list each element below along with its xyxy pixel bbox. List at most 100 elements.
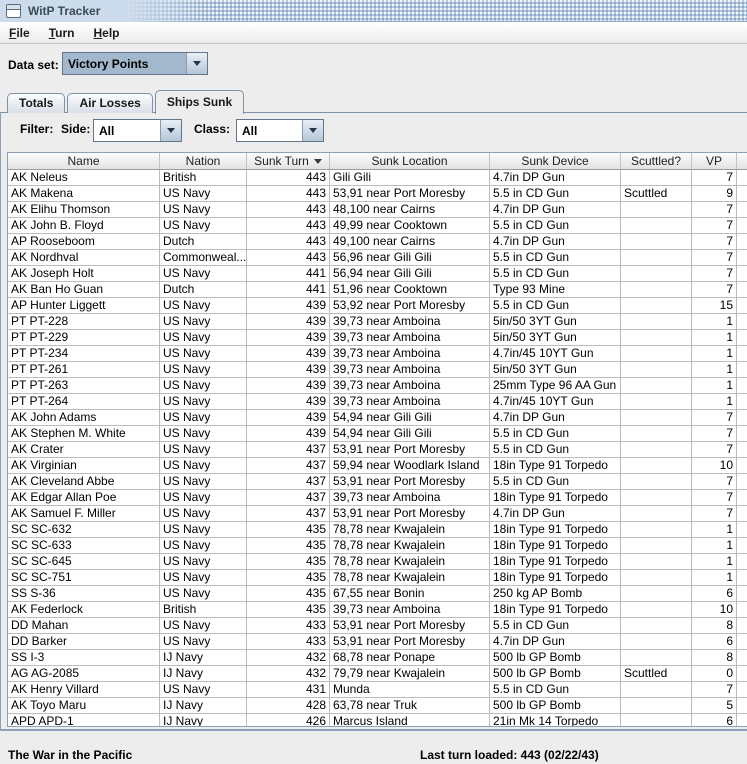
table-cell: US Navy — [160, 458, 247, 473]
table-cell: 10 — [692, 602, 737, 617]
table-cell: 5.5 in CD Gun — [490, 186, 621, 201]
table-cell: 54,94 near Gili Gili — [330, 410, 490, 425]
dataset-label: Data set: — [8, 58, 59, 72]
table-row[interactable]: AK Samuel F. Miller US Navy 437 53,91 near … — [8, 506, 747, 522]
table-cell — [621, 522, 692, 537]
table-cell: 441 — [247, 266, 330, 281]
table-row[interactable]: AK John Adams US Navy 439 54,94 near Gili G… — [8, 410, 747, 426]
table-cell: 441 — [247, 282, 330, 297]
table-cell: AK Virginian — [8, 458, 160, 473]
tab-air-losses[interactable]: Air Losses — [67, 93, 153, 113]
menu-turn[interactable]: Turn — [42, 23, 82, 43]
table-cell: 435 — [247, 522, 330, 537]
table-row[interactable]: SC SC-751 US Navy 435 78,78 near Kwajalein 1… — [8, 570, 747, 586]
table-cell: US Navy — [160, 570, 247, 585]
column-header-sunk-device[interactable]: Sunk Device — [490, 153, 621, 169]
class-filter-value: All — [242, 123, 258, 138]
table-cell: 8 — [692, 650, 737, 665]
table-cell: Marcus Island — [330, 714, 490, 726]
table-cell: 18in Type 91 Torpedo — [490, 522, 621, 537]
table-row[interactable]: AP Hunter Liggett US Navy 439 53,92 near Po… — [8, 298, 747, 314]
table-cell: 1 — [692, 314, 737, 329]
table-row[interactable]: AK Joseph Holt US Navy 441 56,94 near Gili … — [8, 266, 747, 282]
table-cell: PT PT-264 — [8, 394, 160, 409]
table-row[interactable]: SS I-3 IJ Navy 432 68,78 near Ponape 500 lb … — [8, 650, 747, 666]
table-cell: 437 — [247, 458, 330, 473]
column-header-sunk-turn[interactable]: Sunk Turn — [247, 153, 330, 169]
table-cell: PT PT-261 — [8, 362, 160, 377]
table-row[interactable]: AK Makena US Navy 443 53,91 near Port Mores… — [8, 186, 747, 202]
table-row[interactable]: SC SC-633 US Navy 435 78,78 near Kwajalein 1… — [8, 538, 747, 554]
chevron-down-icon — [193, 61, 201, 66]
table-row[interactable]: AK Ban Ho Guan Dutch 441 51,96 near Cooktow… — [8, 282, 747, 298]
title-bar[interactable]: WitP Tracker — [0, 0, 747, 22]
table-row[interactable]: AK Stephen M. White US Navy 439 54,94 near … — [8, 426, 747, 442]
table-row[interactable]: SC SC-632 US Navy 435 78,78 near Kwajalein 1… — [8, 522, 747, 538]
table-row[interactable]: PT PT-234 US Navy 439 39,73 near Amboina 4.7… — [8, 346, 747, 362]
table-row[interactable]: AK Federlock British 435 39,73 near Amboina… — [8, 602, 747, 618]
table-cell: US Navy — [160, 682, 247, 697]
column-header-label: Sunk Device — [521, 154, 589, 168]
table-cell: 39,73 near Amboina — [330, 314, 490, 329]
table-cell: British — [160, 602, 247, 617]
table-cell: 439 — [247, 410, 330, 425]
table-cell: 7 — [692, 266, 737, 281]
table-cell: 7 — [692, 682, 737, 697]
table-row[interactable]: AK Crater US Navy 437 53,91 near Port Mores… — [8, 442, 747, 458]
table-row[interactable]: APD APD-1 IJ Navy 426 Marcus Island 21in Mk … — [8, 714, 747, 726]
table-cell: 439 — [247, 378, 330, 393]
table-row[interactable]: AK Neleus British 443 Gili Gili 4.7in DP Gun… — [8, 170, 747, 186]
table-row[interactable]: AG AG-2085 IJ Navy 432 79,79 near Kwajalein… — [8, 666, 747, 682]
class-filter-button[interactable] — [302, 120, 323, 141]
column-header-vp[interactable]: VP — [692, 153, 737, 169]
table-row[interactable]: AK John B. Floyd US Navy 443 49,99 near Coo… — [8, 218, 747, 234]
table-cell — [621, 234, 692, 249]
column-header-sunk-location[interactable]: Sunk Location — [330, 153, 490, 169]
table-row[interactable]: PT PT-261 US Navy 439 39,73 near Amboina 5in… — [8, 362, 747, 378]
table-row[interactable]: DD Barker US Navy 433 53,91 near Port Mores… — [8, 634, 747, 650]
table-cell — [621, 202, 692, 217]
column-header-label: Name — [67, 154, 100, 168]
table-row[interactable]: PT PT-263 US Navy 439 39,73 near Amboina 25m… — [8, 378, 747, 394]
side-filter-combobox[interactable]: All — [93, 119, 182, 142]
table-row[interactable]: AK Cleveland Abbe US Navy 437 53,91 near Po… — [8, 474, 747, 490]
table-row[interactable]: SC SC-645 US Navy 435 78,78 near Kwajalein 1… — [8, 554, 747, 570]
column-header-scuttled-[interactable]: Scuttled? — [621, 153, 692, 169]
table-row[interactable]: AP Rooseboom Dutch 443 49,100 near Cairns 4.… — [8, 234, 747, 250]
dataset-combobox[interactable]: Victory Points — [62, 52, 208, 75]
table-row[interactable]: AK Elihu Thomson US Navy 443 48,100 near Ca… — [8, 202, 747, 218]
table-cell — [621, 618, 692, 633]
table-row[interactable]: PT PT-229 US Navy 439 39,73 near Amboina 5in… — [8, 330, 747, 346]
table-row[interactable]: DD Mahan US Navy 433 53,91 near Port Moresb… — [8, 618, 747, 634]
table-cell: 15 — [692, 298, 737, 313]
table-row[interactable]: AK Edgar Allan Poe US Navy 437 39,73 near A… — [8, 490, 747, 506]
side-filter-button[interactable] — [160, 120, 181, 141]
table-cell: 1 — [692, 522, 737, 537]
table-row[interactable]: AK Toyo Maru IJ Navy 428 63,78 near Truk 500… — [8, 698, 747, 714]
table-row[interactable]: AK Virginian US Navy 437 59,94 near Woodlar… — [8, 458, 747, 474]
column-header-nation[interactable]: Nation — [160, 153, 247, 169]
tab-ships-sunk[interactable]: Ships Sunk — [154, 90, 245, 114]
table-cell: 7 — [692, 218, 737, 233]
column-header-name[interactable]: Name — [8, 153, 160, 169]
table-row[interactable]: AK Nordhval Commonweal... 443 56,96 near Gi… — [8, 250, 747, 266]
tab-totals[interactable]: Totals — [7, 93, 66, 113]
class-filter-combobox[interactable]: All — [236, 119, 324, 142]
table-cell: US Navy — [160, 314, 247, 329]
table-cell: SS S-36 — [8, 586, 160, 601]
table-cell: 5.5 in CD Gun — [490, 682, 621, 697]
table-cell: 53,91 near Port Moresby — [330, 186, 490, 201]
table-row[interactable]: PT PT-264 US Navy 439 39,73 near Amboina 4.7… — [8, 394, 747, 410]
table-cell: SC SC-632 — [8, 522, 160, 537]
status-game-title: The War in the Pacific — [8, 748, 133, 762]
menu-help[interactable]: Help — [86, 23, 126, 43]
dataset-combobox-button[interactable] — [186, 53, 207, 74]
table-row[interactable]: SS S-36 US Navy 435 67,55 near Bonin 250 kg … — [8, 586, 747, 602]
menu-file[interactable]: File — [2, 23, 37, 43]
table-row[interactable]: PT PT-228 US Navy 439 39,73 near Amboina 5in… — [8, 314, 747, 330]
table-cell: 6 — [692, 714, 737, 726]
table-cell: 56,94 near Gili Gili — [330, 266, 490, 281]
table-cell: US Navy — [160, 346, 247, 361]
table-cell: US Navy — [160, 362, 247, 377]
table-row[interactable]: AK Henry Villard US Navy 431 Munda 5.5 in CD… — [8, 682, 747, 698]
